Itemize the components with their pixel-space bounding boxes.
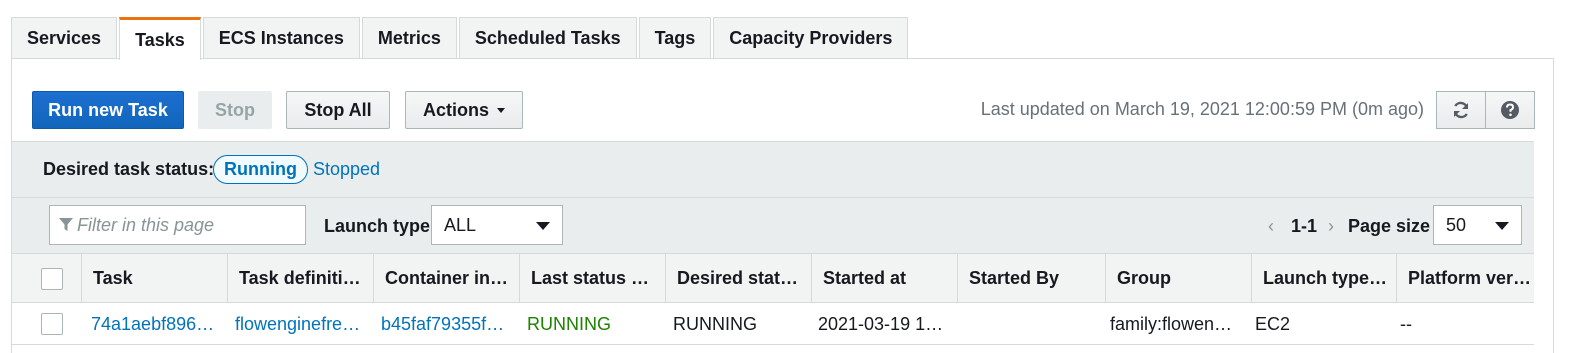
filter-icon <box>59 218 73 231</box>
column-header-task[interactable]: Task <box>81 254 227 302</box>
last-updated-text: Last updated on March 19, 2021 12:00:59 … <box>980 99 1424 119</box>
tab-tags[interactable]: Tags <box>638 17 712 59</box>
container-instance-link[interactable]: b45faf79355f… <box>370 303 516 345</box>
caret-down-icon <box>497 107 505 113</box>
tasks-panel: Run new Task Stop Stop All Actions Last … <box>11 58 1554 353</box>
task-definition-link[interactable]: flowenginefre… <box>224 303 370 345</box>
desired-status-cell: RUNNING <box>673 313 757 334</box>
chevron-down-icon <box>1495 222 1509 230</box>
task-status-filter: Desired task status: Running Stopped <box>12 141 1534 197</box>
help-button[interactable] <box>1485 91 1535 129</box>
actions-label: Actions <box>422 99 489 120</box>
task-id-link[interactable]: 74a1aebf896… <box>80 303 226 345</box>
page-size-label: Page size <box>1348 216 1431 236</box>
refresh-button[interactable] <box>1436 91 1486 129</box>
tab-ecs-instances[interactable]: ECS Instances <box>202 17 360 59</box>
column-header-platform-version[interactable]: Platform ver… <box>1396 254 1534 302</box>
pagination-range: 1-1 <box>1291 216 1318 236</box>
launch-type-label: Launch type <box>324 216 431 236</box>
actions-dropdown[interactable]: Actions <box>405 91 523 129</box>
started-by-cell <box>953 303 1101 345</box>
launch-type-cell: EC2 <box>1255 313 1291 334</box>
filter-bar: Launch type ALL ‹ 1-1 › Page size 50 <box>12 197 1534 253</box>
tab-capacity-providers[interactable]: Capacity Providers <box>713 17 909 59</box>
chevron-right-icon[interactable]: › <box>1328 216 1334 237</box>
column-header-started-at[interactable]: Started at <box>811 254 957 302</box>
tab-tasks[interactable]: Tasks <box>119 17 201 60</box>
group-cell: family:flowen… <box>1110 313 1233 334</box>
last-status-cell: RUNNING <box>527 313 611 334</box>
tab-scheduled-tasks[interactable]: Scheduled Tasks <box>458 17 637 59</box>
column-header-group[interactable]: Group <box>1105 254 1251 302</box>
started-at-cell: 2021-03-19 1… <box>818 313 944 334</box>
page-size-select[interactable]: 50 <box>1433 205 1522 245</box>
refresh-icon <box>1453 101 1469 119</box>
status-stopped-option[interactable]: Stopped <box>313 159 380 180</box>
tab-bar: Services Tasks ECS Instances Metrics Sch… <box>11 17 910 60</box>
run-new-task-button[interactable]: Run new Task <box>32 91 184 129</box>
row-checkbox[interactable] <box>41 313 63 335</box>
launch-type-select[interactable]: ALL <box>431 205 563 245</box>
stop-all-button[interactable]: Stop All <box>286 91 390 129</box>
filter-input[interactable] <box>77 214 297 236</box>
status-running-option[interactable]: Running <box>213 155 308 184</box>
stop-button[interactable]: Stop <box>198 91 272 129</box>
desired-status-label: Desired task status: <box>43 159 215 179</box>
filter-field <box>49 205 306 245</box>
tab-metrics[interactable]: Metrics <box>361 17 457 59</box>
chevron-left-icon[interactable]: ‹ <box>1268 216 1274 237</box>
launch-type-value: ALL <box>444 214 477 235</box>
select-all-checkbox[interactable] <box>41 268 63 290</box>
page-size-value: 50 <box>1446 214 1467 235</box>
column-header-started-by[interactable]: Started By <box>957 254 1105 302</box>
chevron-down-icon <box>536 222 550 230</box>
column-header-launch-type[interactable]: Launch type… <box>1251 254 1396 302</box>
tasks-table-header: Task Task definiti… Container in… Last s… <box>12 253 1534 303</box>
column-header-last-status[interactable]: Last status … <box>519 254 665 302</box>
column-header-task-definition[interactable]: Task definiti… <box>227 254 373 302</box>
table-row: 74a1aebf896… flowenginefre… b45faf79355f… <box>12 303 1534 345</box>
help-icon <box>1501 101 1519 119</box>
platform-version-cell: -- <box>1400 313 1412 334</box>
column-header-container-instance[interactable]: Container in… <box>373 254 519 302</box>
tab-services[interactable]: Services <box>11 17 118 59</box>
column-header-desired-status[interactable]: Desired stat… <box>665 254 811 302</box>
